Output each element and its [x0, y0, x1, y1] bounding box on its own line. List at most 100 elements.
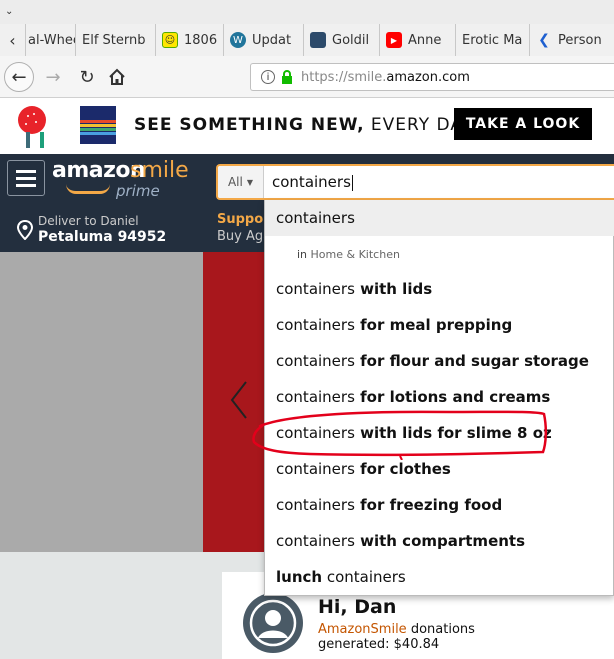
- tab-label: Anne: [408, 32, 442, 48]
- buy-again-link[interactable]: Buy Aga: [217, 229, 271, 244]
- avatar[interactable]: [243, 593, 303, 653]
- browser-nav-bar: ← → ↻ i https://smile. amazon.com: [0, 56, 614, 98]
- deliver-location: Petaluma 94952: [38, 229, 167, 245]
- tab-label: 1806: [184, 32, 218, 48]
- logo-prime-text: prime: [116, 182, 160, 200]
- hamburger-menu-button[interactable]: [7, 160, 45, 196]
- suggestion-item[interactable]: containers for clothes: [265, 451, 614, 487]
- suggestion-prefix: containers: [276, 352, 355, 370]
- lock-icon: [282, 70, 292, 84]
- tab-scroll-left-icon[interactable]: ‹: [0, 24, 26, 56]
- browser-tab-bar: ⌄ ‹ al-Whee Elf Sternb ☺ 1806 W Updat Gold…: [0, 0, 614, 56]
- deliver-to-label: Deliver to Daniel: [38, 214, 139, 228]
- tab-label: Updat: [252, 32, 292, 48]
- location-pin-icon: [16, 220, 34, 240]
- donations-generated: generated: $40.84: [318, 637, 440, 652]
- tab-item[interactable]: Elf Sternb: [76, 24, 156, 56]
- tab-label: Erotic Ma: [462, 32, 523, 48]
- search-suggestions-dropdown: containers in Home & Kitchen containers …: [264, 200, 614, 596]
- address-bar[interactable]: i https://smile. amazon.com: [250, 63, 614, 91]
- hamburger-line: [16, 184, 36, 187]
- forward-button[interactable]: →: [38, 62, 68, 92]
- suggestion-item[interactable]: containers with lids for slime 8 oz: [265, 415, 614, 451]
- info-icon[interactable]: i: [261, 70, 275, 84]
- suggestion-item[interactable]: containers: [265, 200, 614, 236]
- suggestion-prefix: containers: [276, 316, 355, 334]
- tab-list: ‹ al-Whee Elf Sternb ☺ 1806 W Updat Goldil…: [0, 24, 614, 56]
- suggestion-completion: with lids: [354, 280, 433, 298]
- url-prefix: https://smile.: [301, 69, 387, 85]
- tab-item[interactable]: ❮ Person: [530, 24, 608, 56]
- suggestion-item[interactable]: containers for flour and sugar storage: [265, 343, 614, 379]
- tab-label: Person: [558, 32, 602, 48]
- hero-overlay-left: [0, 252, 203, 552]
- image-icon: [310, 32, 326, 48]
- suggestion-completion: with compartments: [354, 532, 526, 550]
- search-input[interactable]: containers: [272, 173, 353, 191]
- arrow-icon: ❮: [538, 32, 550, 48]
- suggestion-completion: for meal prepping: [354, 316, 513, 334]
- suggestion-completion: for flour and sugar storage: [354, 352, 589, 370]
- search-bar: All ▼ containers: [216, 164, 614, 200]
- home-icon: [109, 68, 125, 85]
- suggestion-prefix: containers: [276, 496, 355, 514]
- suggestion-item[interactable]: containers with compartments: [265, 523, 614, 559]
- ping-pong-paddles-icon: [18, 106, 46, 148]
- back-arrow-icon: ←: [11, 66, 27, 88]
- amazonsmile-link[interactable]: AmazonSmile: [318, 622, 407, 637]
- suggestion-prefix: containers: [276, 280, 355, 298]
- tab-label: Goldil: [332, 32, 370, 48]
- suggestion-completion: for lotions and creams: [354, 388, 551, 406]
- greeting: Hi, Dan: [318, 596, 397, 618]
- suggestion-completion: for freezing food: [354, 496, 503, 514]
- suggestion-item[interactable]: containers for meal prepping: [265, 307, 614, 343]
- tab-label: Elf Sternb: [82, 32, 146, 48]
- tab-item[interactable]: Erotic Ma: [456, 24, 530, 56]
- user-silhouette-icon: [249, 599, 297, 647]
- home-button[interactable]: [102, 62, 132, 92]
- amazon-smile-arrow-icon: [66, 184, 110, 194]
- carousel-prev-icon[interactable]: [226, 378, 252, 422]
- suggestion-prefix: lunch: [276, 568, 323, 586]
- suggestion-item[interactable]: lunch containers: [265, 559, 614, 595]
- suggestion-completion: containers: [322, 568, 406, 586]
- donations-label: donations: [406, 622, 475, 637]
- smiley-icon: ☺: [162, 32, 178, 48]
- youtube-icon: ▶: [386, 32, 402, 48]
- tab-item[interactable]: ☺ 1806: [156, 24, 224, 56]
- forward-arrow-icon: →: [45, 66, 61, 88]
- suggestion-item[interactable]: containers for lotions and creams: [265, 379, 614, 415]
- tab-item[interactable]: ▶ Anne: [380, 24, 456, 56]
- text-caret: [351, 174, 353, 191]
- tab-item[interactable]: Goldil: [304, 24, 380, 56]
- suggestion-prefix: containers: [276, 388, 355, 406]
- tab-label: al-Whee: [28, 32, 76, 48]
- blanket-icon: [80, 106, 116, 144]
- logo-smile-text: smile: [130, 158, 189, 183]
- reload-icon: ↻: [79, 66, 95, 88]
- tagline-bold: SEE SOMETHING NEW,: [134, 115, 365, 135]
- tab-strip-top: ⌄: [0, 0, 614, 24]
- suggestion-department[interactable]: in Home & Kitchen: [265, 236, 614, 272]
- hamburger-line: [16, 177, 36, 180]
- chevron-down-icon: ▼: [246, 177, 254, 187]
- suggestion-completion: for clothes: [354, 460, 451, 478]
- suggestion-prefix: containers: [276, 532, 355, 550]
- tab-item[interactable]: W Updat: [224, 24, 304, 56]
- reload-button[interactable]: ↻: [72, 62, 102, 92]
- suggestion-prefix: containers: [276, 460, 355, 478]
- hamburger-line: [16, 170, 36, 173]
- donations-line: AmazonSmile donations: [318, 622, 475, 637]
- suggestion-item[interactable]: containers with lids: [265, 271, 614, 307]
- suggestion-prefix: containers: [276, 209, 355, 227]
- suggestion-dept-name: Home & Kitchen: [310, 247, 400, 261]
- search-category-dropdown[interactable]: All ▼: [218, 166, 264, 198]
- suggestion-item[interactable]: containers for freezing food: [265, 487, 614, 523]
- suggestion-prefix: containers: [276, 424, 355, 442]
- take-a-look-button[interactable]: TAKE A LOOK: [454, 108, 592, 140]
- wordpress-icon: W: [230, 32, 246, 48]
- tab-item[interactable]: al-Whee: [26, 24, 76, 56]
- tab-list-dropdown-icon[interactable]: ⌄: [5, 6, 13, 17]
- back-button[interactable]: ←: [4, 62, 34, 92]
- ad-banner[interactable]: SEE SOMETHING NEW, EVERY DAY. TAKE A LOO…: [0, 98, 614, 154]
